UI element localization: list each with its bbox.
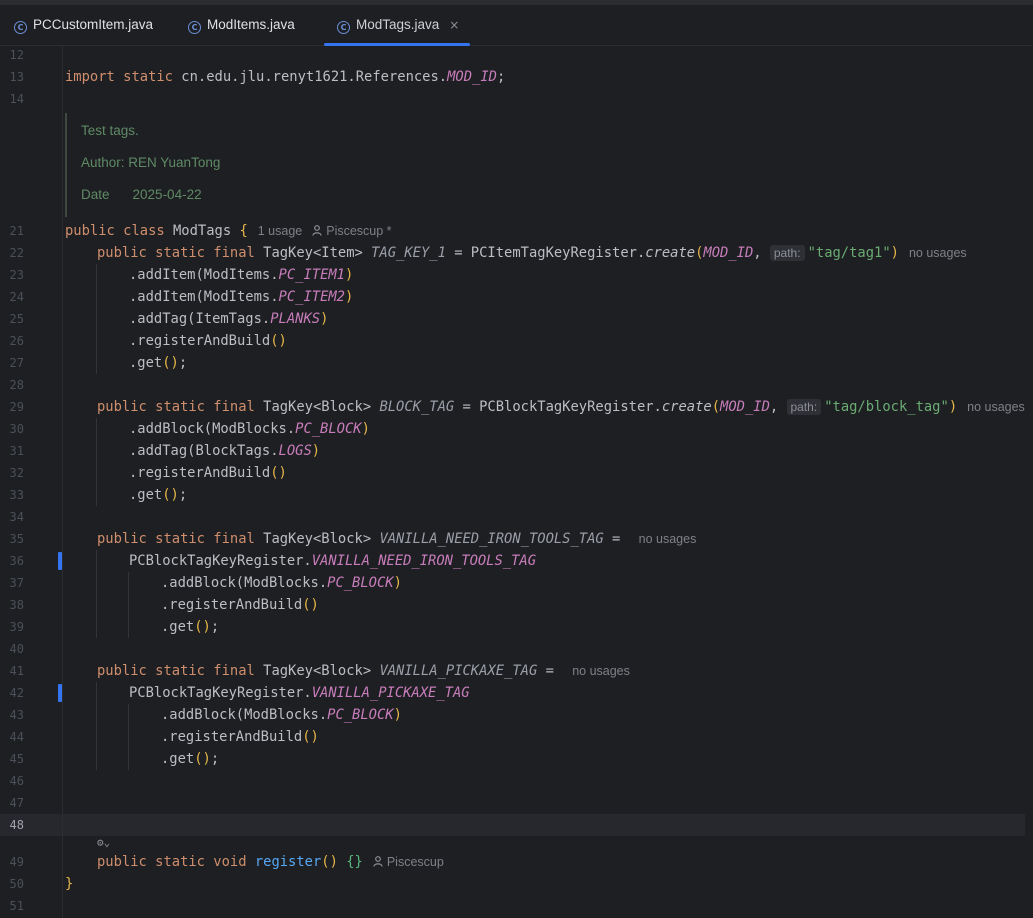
line-number-current: 48	[9, 818, 24, 832]
javadoc-description: Test tags.	[81, 123, 139, 138]
indent-guide	[128, 572, 129, 638]
line-number: 39	[9, 620, 24, 634]
code-line[interactable]: .addBlock(ModBlocks.PC_BLOCK)	[161, 704, 402, 726]
line-number: 40	[9, 642, 24, 656]
line-number: 25	[9, 312, 24, 326]
line-number: 21	[9, 224, 24, 238]
line-number: 44	[9, 730, 24, 744]
indent-guide	[128, 704, 129, 770]
parameter-hint: path:	[769, 245, 805, 261]
code-line[interactable]: .registerAndBuild()	[161, 726, 319, 748]
line-number: 37	[9, 576, 24, 590]
line-number: 49	[9, 855, 24, 869]
line-number: 31	[9, 444, 24, 458]
java-class-icon: C	[337, 21, 350, 34]
code-line[interactable]: .addItem(ModItems.PC_ITEM1)	[129, 264, 353, 286]
tab-modtags[interactable]: C ModTags.java ×	[337, 5, 459, 45]
code-line-block-tag[interactable]: public static final TagKey<Block> BLOCK_…	[97, 396, 1025, 418]
code-line[interactable]: .get();	[129, 352, 187, 374]
indent-guide	[96, 682, 97, 770]
code-line-vanilla-pickaxe[interactable]: public static final TagKey<Block> VANILL…	[97, 660, 630, 682]
line-number: 42	[9, 686, 24, 700]
line-number: 46	[9, 774, 24, 788]
line-number: 34	[9, 510, 24, 524]
usages-hint[interactable]: no usages	[899, 246, 967, 260]
code-line[interactable]: .addBlock(ModBlocks.PC_BLOCK)	[129, 418, 370, 440]
code-line[interactable]: .get();	[161, 616, 219, 638]
line-number: 51	[9, 899, 24, 913]
code-line-import[interactable]: import static cn.edu.jlu.renyt1621.Refer…	[65, 66, 505, 88]
code-line[interactable]: .registerAndBuild()	[129, 330, 287, 352]
line-number: 27	[9, 356, 24, 370]
indent-guide	[96, 264, 97, 374]
line-number: 22	[9, 246, 24, 260]
indent-guide	[96, 418, 97, 506]
line-number: 50	[9, 877, 24, 891]
code-line[interactable]: .addItem(ModItems.PC_ITEM2)	[129, 286, 353, 308]
close-icon[interactable]: ×	[449, 18, 459, 32]
line-number: 32	[9, 466, 24, 480]
code-line-register-method[interactable]: public static void register() {} Piscescu…	[97, 851, 444, 873]
active-tab-indicator	[324, 43, 470, 46]
gutter-separator	[62, 46, 63, 918]
usages-hint[interactable]: 1 usage	[248, 224, 302, 238]
javadoc-author: Author: REN YuanTong	[81, 155, 221, 170]
line-number: 28	[9, 378, 24, 392]
line-number: 30	[9, 422, 24, 436]
line-number: 23	[9, 268, 24, 282]
code-line-class-declaration[interactable]: public class ModTags {1 usage Piscescup *	[65, 220, 392, 242]
usages-hint[interactable]: no usages	[629, 532, 697, 546]
tab-moditems[interactable]: C ModItems.java	[188, 5, 295, 45]
java-class-icon: C	[14, 21, 27, 34]
person-icon	[312, 225, 322, 236]
java-class-icon: C	[188, 21, 201, 34]
person-icon	[373, 856, 383, 867]
line-number: 13	[9, 70, 24, 84]
usages-hint[interactable]: no usages	[562, 664, 630, 678]
code-line[interactable]: .addBlock(ModBlocks.PC_BLOCK)	[161, 572, 402, 594]
editor-tab-bar: C PCCustomItem.java C ModItems.java C ModTa…	[0, 5, 1033, 46]
code-line-class-close[interactable]: }	[65, 873, 73, 895]
line-number: 35	[9, 532, 24, 546]
code-line-vanilla-need-iron[interactable]: public static final TagKey<Block> VANILL…	[97, 528, 696, 550]
line-number: 45	[9, 752, 24, 766]
javadoc-date: Date 2025-04-22	[81, 187, 202, 202]
tab-pccustomitem[interactable]: C PCCustomItem.java	[14, 5, 153, 45]
code-line[interactable]: .registerAndBuild()	[129, 462, 287, 484]
vcs-change-marker[interactable]	[58, 684, 62, 702]
current-line-highlight	[0, 814, 1033, 836]
line-number: 29	[9, 400, 24, 414]
vcs-change-marker[interactable]	[58, 552, 62, 570]
author-hint[interactable]: Piscescup	[363, 855, 444, 869]
indent-guide	[96, 550, 97, 638]
code-line-tag-key-1[interactable]: public static final TagKey<Item> TAG_KEY…	[97, 242, 967, 264]
usages-hint[interactable]: no usages	[957, 400, 1025, 414]
line-number: 33	[9, 488, 24, 502]
line-number: 36	[9, 554, 24, 568]
code-line[interactable]: .registerAndBuild()	[161, 594, 319, 616]
line-number: 12	[9, 48, 24, 62]
code-line[interactable]: .get();	[161, 748, 219, 770]
code-line[interactable]: .addTag(BlockTags.LOGS)	[129, 440, 320, 462]
line-number: 24	[9, 290, 24, 304]
line-number: 47	[9, 796, 24, 810]
line-number: 43	[9, 708, 24, 722]
code-line[interactable]: PCBlockTagKeyRegister.VANILLA_PICKAXE_TA…	[129, 682, 470, 704]
line-number: 26	[9, 334, 24, 348]
code-line[interactable]: .get();	[129, 484, 187, 506]
line-number: 14	[9, 92, 24, 106]
code-line[interactable]: .addTag(ItemTags.PLANKS)	[129, 308, 328, 330]
line-number: 38	[9, 598, 24, 612]
line-number: 41	[9, 664, 24, 678]
parameter-hint: path:	[786, 399, 822, 415]
author-hint[interactable]: Piscescup *	[302, 224, 392, 238]
rendered-javadoc: Test tags. Author: REN YuanTong Date 2025…	[65, 113, 1027, 217]
code-line[interactable]: PCBlockTagKeyRegister.VANILLA_NEED_IRON_…	[129, 550, 536, 572]
